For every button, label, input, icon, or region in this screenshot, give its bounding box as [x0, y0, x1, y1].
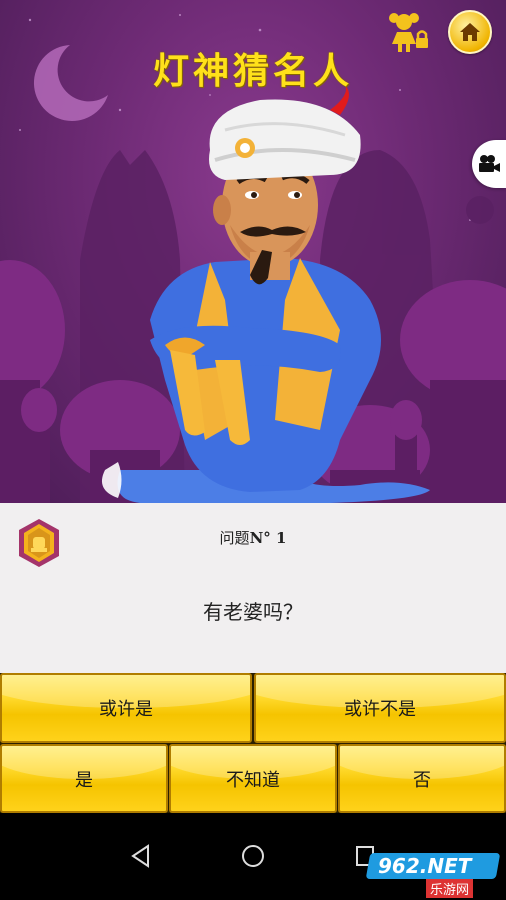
probably-button[interactable]: 或许是: [0, 673, 252, 743]
genie-scene: 灯神猜名人: [0, 0, 506, 503]
probably-not-label: 或许不是: [344, 699, 416, 720]
question-text: 有老婆吗？: [203, 600, 303, 624]
back-icon[interactable]: [128, 843, 154, 869]
girl-lock-icon[interactable]: [388, 10, 430, 54]
android-nav-bar: 962.NET 乐游网: [0, 813, 506, 900]
yes-button[interactable]: 是: [0, 744, 168, 813]
watermark-logo: 962.NET 乐游网: [365, 853, 501, 898]
top-icon-bar: [388, 10, 492, 54]
yes-label: 是: [75, 769, 93, 791]
question-number-label: 问题: [219, 529, 250, 547]
question-panel: 问题N° 1 有老婆吗？: [0, 503, 506, 673]
no-label: 否: [413, 769, 431, 791]
no-button[interactable]: 否: [338, 744, 506, 813]
dont-know-button[interactable]: 不知道: [169, 744, 337, 813]
question-number: 问题N° 1: [0, 527, 506, 548]
app-screen: 灯神猜名人 问题N° 1 有老婆吗？ 或许是 或许不是 是 不知道 否 962.…: [0, 0, 506, 900]
probably-label: 或许是: [99, 699, 153, 720]
home-icon: [460, 23, 480, 41]
dont-know-label: 不知道: [226, 769, 280, 791]
home-button[interactable]: [448, 10, 492, 54]
watermark-brand: 962.NET: [378, 854, 472, 878]
video-camera-icon: [479, 155, 500, 172]
probably-not-button[interactable]: 或许不是: [254, 673, 506, 743]
home-nav-icon[interactable]: [240, 843, 266, 869]
question-number-value: N° 1: [249, 529, 287, 547]
watermark-site: 乐游网: [426, 879, 474, 898]
answer-grid: 或许是 或许不是 是 不知道 否: [0, 673, 506, 813]
